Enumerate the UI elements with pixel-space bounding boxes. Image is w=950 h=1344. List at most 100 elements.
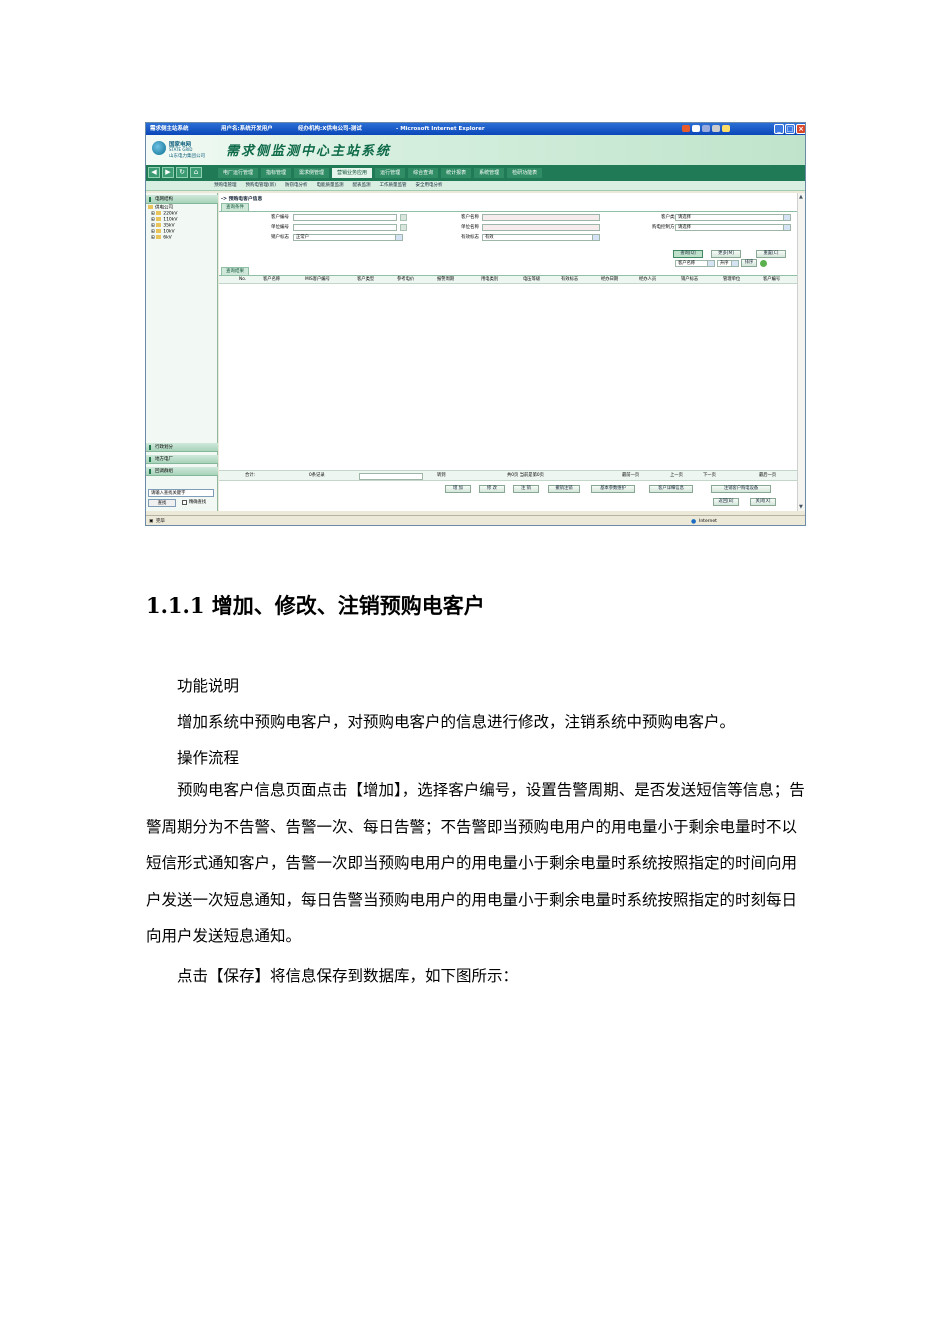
window-app: - Microsoft Internet Explorer: [396, 126, 485, 132]
customer-no-input[interactable]: [293, 214, 397, 221]
globe-icon: ●: [691, 518, 697, 525]
customer-detail-button[interactable]: 客户详细信息: [649, 485, 693, 493]
pager-last[interactable]: 最后一页: [759, 471, 776, 481]
panel-header-admin-region[interactable]: 行政划分: [146, 443, 218, 452]
sort-field-select[interactable]: 客户名称: [675, 260, 715, 267]
basic-params-button[interactable]: 基本参数维护: [591, 485, 635, 493]
pager-goto-input[interactable]: [359, 473, 423, 480]
menu-item[interactable]: 统计报表: [441, 168, 472, 178]
page-icon: ▣: [149, 519, 154, 524]
column-header[interactable]: 报警周期: [437, 276, 454, 284]
column-header[interactable]: MIS客户编号: [305, 276, 330, 284]
folder-icon: [156, 216, 162, 221]
menu-item[interactable]: 电厂运行管理: [218, 168, 259, 178]
window-title: 需求侧主站系统: [150, 126, 189, 132]
submenu-item[interactable]: 配表监测: [353, 181, 371, 191]
unit-no-input[interactable]: [293, 224, 397, 231]
add-button[interactable]: 增 加: [445, 485, 471, 493]
modify-button[interactable]: 修 改: [479, 485, 505, 493]
submenu-item[interactable]: 防窃电分析: [285, 181, 308, 191]
minimize-icon[interactable]: _: [774, 124, 784, 134]
pager-prev[interactable]: 上一页: [670, 471, 683, 481]
close-button[interactable]: 关闭[X]: [750, 498, 776, 506]
menu-item[interactable]: 综合查询: [408, 168, 439, 178]
refresh-icon[interactable]: [760, 260, 767, 267]
vertical-scrollbar[interactable]: [797, 193, 805, 511]
valid-flag-select[interactable]: 有效: [482, 234, 600, 241]
tree-item[interactable]: ⊞ 10kV: [148, 228, 177, 235]
sort-order-select[interactable]: 升序: [717, 260, 739, 267]
column-header[interactable]: 管理单位: [723, 276, 740, 284]
back-button[interactable]: 返回[B]: [713, 498, 739, 506]
tree-item[interactable]: ⊞ 220kV: [148, 210, 177, 217]
moon-icon[interactable]: [702, 125, 710, 132]
submenu-item[interactable]: 预购电管理: [214, 181, 237, 191]
column-header[interactable]: No.: [239, 276, 246, 284]
household-flag-select[interactable]: 正常户: [293, 234, 403, 241]
paragraph-process-desc: 预购电客户信息页面点击【增加】，选择客户编号，设置告警周期、是否发送短信等信息；…: [146, 781, 805, 945]
menu-item[interactable]: 运行管理: [375, 168, 406, 178]
keyboard-icon[interactable]: [712, 125, 720, 132]
column-header[interactable]: 客户名称: [263, 276, 280, 284]
more-button[interactable]: 更多[M]: [711, 250, 741, 258]
panel-header-structure[interactable]: 电网结构: [146, 195, 218, 204]
column-header[interactable]: 电压等级: [523, 276, 540, 284]
tree-search-input[interactable]: 请输入查找关键字: [148, 489, 214, 497]
tool-icon[interactable]: [722, 125, 730, 132]
pager-goto-label[interactable]: 转到: [437, 471, 446, 481]
home-icon[interactable]: ⌂: [190, 167, 202, 178]
customer-name-input[interactable]: [482, 214, 600, 221]
revoke-cancel-button[interactable]: 撤销注销: [548, 485, 580, 493]
menu-item[interactable]: 系统管理: [474, 168, 505, 178]
unit-no-picker[interactable]: [400, 224, 407, 231]
customer-type-select[interactable]: 请选择: [675, 214, 791, 221]
query-button[interactable]: 查询[Q]: [673, 250, 703, 258]
tree-item[interactable]: ⊞ 6kV: [148, 234, 177, 241]
column-header[interactable]: 有效标志: [561, 276, 578, 284]
customer-no-picker[interactable]: [400, 214, 407, 221]
pager-next[interactable]: 下一页: [703, 471, 716, 481]
tab-query-conditions[interactable]: 查询条件: [221, 203, 249, 211]
cancel-device-button[interactable]: 注销客户购电设备: [711, 485, 771, 493]
pager-first[interactable]: 最前一页: [622, 471, 639, 481]
menu-item[interactable]: 营销业务应用: [332, 168, 373, 178]
tab-query-results[interactable]: 查询结果: [221, 267, 249, 275]
result-table: No. 客户名称 MIS客户编号 客户类型 参考电价 报警周期 用电类别 电压等级 有效标志 经办…: [219, 275, 797, 471]
column-header[interactable]: 经办日期: [601, 276, 618, 284]
column-header[interactable]: 客户类型: [357, 276, 374, 284]
exact-search-checkbox[interactable]: [182, 500, 187, 505]
submenu-item[interactable]: 安全用电分析: [416, 181, 443, 191]
forward-icon[interactable]: ▶: [162, 167, 174, 178]
submenu-item[interactable]: 预购电管理(新): [246, 181, 277, 191]
submenu-item[interactable]: 电能质量监测: [317, 181, 344, 191]
menu-item[interactable]: 指标管理: [261, 168, 292, 178]
menu-item[interactable]: 检研功能表: [507, 168, 543, 178]
purchase-mode-select[interactable]: 请选择: [675, 224, 791, 231]
panel-header-line-group[interactable]: 回调群组: [146, 467, 218, 476]
back-icon[interactable]: ◀: [148, 167, 160, 178]
reset-button[interactable]: 重置[C]: [756, 250, 786, 258]
folder-icon: [148, 205, 153, 209]
column-header[interactable]: 经办人员: [639, 276, 656, 284]
section-heading: 1.1.1 增加、修改、注销预购电客户: [146, 593, 485, 618]
column-header[interactable]: 用电类别: [481, 276, 498, 284]
close-icon[interactable]: ×: [796, 124, 805, 134]
sogou-icon[interactable]: [682, 125, 690, 132]
window-org: 经办机构:X供电公司-测试: [298, 126, 362, 132]
column-header[interactable]: 销户标志: [681, 276, 698, 284]
submenu-item[interactable]: 工作质量监管: [380, 181, 407, 191]
maximize-icon[interactable]: □: [785, 124, 795, 134]
column-header[interactable]: 参考电价: [397, 276, 414, 284]
cancel-customer-button[interactable]: 注 销: [513, 485, 539, 493]
column-header[interactable]: 客户编号: [763, 276, 780, 284]
tree-search-button[interactable]: 查找: [148, 499, 176, 507]
panel-header-local-plant[interactable]: 地方电厂: [146, 455, 218, 464]
menu-item[interactable]: 需求侧管理: [294, 168, 330, 178]
tree-item[interactable]: ⊞ 35kV: [148, 222, 177, 229]
breadcrumb: -> 预购电客户信息: [221, 197, 263, 202]
ime-icon[interactable]: [692, 125, 700, 132]
refresh-icon[interactable]: ↻: [176, 167, 188, 178]
sort-button[interactable]: 排序: [741, 259, 757, 267]
tree-item[interactable]: ⊞ 110kV: [148, 216, 177, 223]
unit-name-input[interactable]: [482, 224, 600, 231]
